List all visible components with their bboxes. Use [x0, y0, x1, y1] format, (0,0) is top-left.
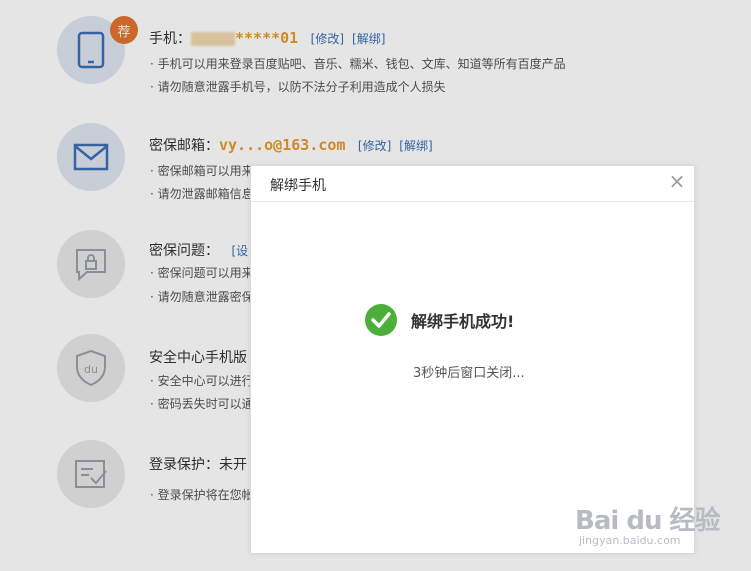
baidu-jingyan-watermark: Bai du 经验 jingyan.baidu.com: [575, 490, 725, 560]
dialog-header: 解绑手机 ×: [251, 166, 694, 202]
countdown-text: 3秒钟后窗口关闭...: [413, 366, 525, 381]
dialog-title: 解绑手机: [270, 178, 326, 194]
watermark-url: jingyan.baidu.com: [579, 534, 681, 547]
check-icon: [365, 304, 397, 336]
success-message: 解绑手机成功!: [411, 312, 515, 331]
success-row: 解绑手机成功!: [365, 304, 514, 336]
watermark-logo: Bai du 经验: [575, 506, 720, 536]
close-icon[interactable]: ×: [668, 171, 686, 191]
